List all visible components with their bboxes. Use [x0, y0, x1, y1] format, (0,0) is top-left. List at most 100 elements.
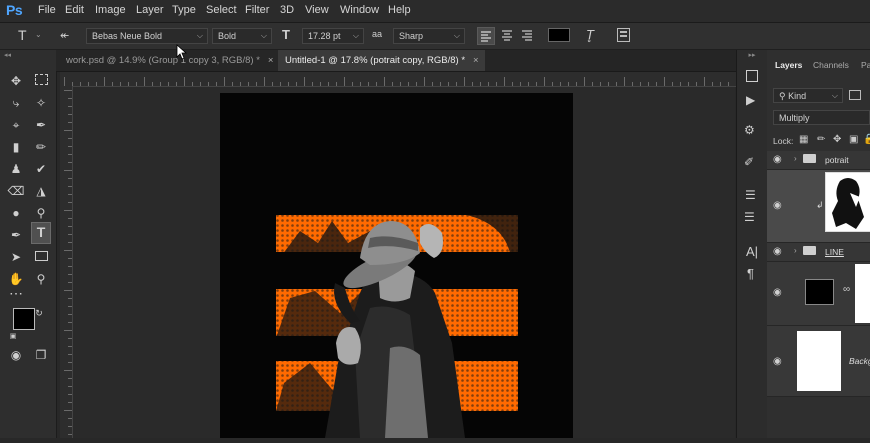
close-icon[interactable]: ×	[473, 55, 479, 66]
ruler-tick	[232, 82, 233, 86]
tab-channels[interactable]: Channels	[813, 60, 849, 70]
layer-filter-dropdown[interactable]: ⚲ Kind ⌵	[773, 88, 843, 103]
menu-type[interactable]: Type	[172, 4, 196, 16]
layer-row-background[interactable]: ◉ Backg	[767, 326, 870, 397]
menu-3d[interactable]: 3D	[280, 4, 294, 16]
menu-image[interactable]: Image	[95, 4, 126, 16]
history-brush-tool-icon[interactable]: ✔	[31, 160, 51, 178]
warp-text-icon[interactable]: T̥	[586, 27, 594, 42]
visibility-eye-icon[interactable]: ◉	[773, 154, 782, 165]
lock-artboard-icon[interactable]: ▣	[849, 134, 858, 145]
vertical-ruler[interactable]	[60, 86, 73, 438]
brush-tool-icon[interactable]: ✏	[31, 138, 51, 156]
align-right-button[interactable]	[519, 27, 537, 45]
document-canvas[interactable]	[220, 93, 573, 438]
visibility-eye-icon[interactable]: ◉	[773, 246, 782, 257]
horizontal-ruler[interactable]	[60, 72, 736, 87]
menu-window[interactable]: Window	[340, 4, 379, 16]
text-orientation-icon[interactable]: ↞	[60, 29, 69, 42]
ruler-tick	[68, 274, 72, 275]
layer-row-shape[interactable]: ◉ ∞	[767, 262, 870, 326]
brush-settings-icon[interactable]: ☰	[745, 188, 756, 202]
quick-select-tool-icon[interactable]: ✧	[31, 94, 51, 112]
crop-tool-icon[interactable]: ⌖	[6, 116, 26, 134]
font-style-dropdown[interactable]: Bold ⌵	[212, 28, 272, 44]
dodge-tool-icon[interactable]: ⚲	[31, 204, 51, 222]
lock-label: Lock:	[773, 136, 794, 146]
paragraph-icon[interactable]: ¶	[747, 266, 754, 281]
move-tool-icon[interactable]: ✥	[6, 72, 26, 90]
tab-layers[interactable]: Layers	[775, 60, 802, 70]
ruler-tick	[440, 82, 441, 86]
image-filter-icon[interactable]	[849, 90, 861, 100]
adjustments-icon[interactable]: ⚙	[744, 123, 755, 137]
chevron-right-icon[interactable]: ›	[794, 154, 797, 163]
character-icon[interactable]: A|	[746, 244, 758, 259]
type-tool-preset-icon[interactable]: T	[18, 27, 27, 43]
screen-mode-icon[interactable]: ❐	[31, 346, 51, 364]
ruler-tick	[64, 210, 72, 211]
visibility-eye-icon[interactable]: ◉	[773, 200, 782, 211]
blur-tool-icon[interactable]: ●	[6, 204, 26, 222]
tab-work-psd[interactable]: work.psd @ 14.9% (Group 1 copy 3, RGB/8)…	[56, 50, 284, 71]
font-family-dropdown[interactable]: Bebas Neue Bold ⌵	[86, 28, 208, 44]
chevron-down-icon: ⌵	[196, 31, 203, 40]
lock-position-icon[interactable]: ✥	[833, 134, 841, 145]
lock-transparent-icon[interactable]: ▦	[799, 134, 808, 145]
default-colors-icon[interactable]: ▣	[8, 328, 18, 346]
lock-pixels-icon[interactable]: ✏	[817, 134, 825, 145]
zoom-tool-icon[interactable]: ⚲	[31, 270, 51, 288]
menu-edit[interactable]: Edit	[65, 4, 84, 16]
type-tool-icon[interactable]: T	[31, 222, 51, 244]
antialias-dropdown[interactable]: Sharp ⌵	[393, 28, 465, 44]
layer-row-potrait[interactable]: ◉ › potrait	[767, 151, 870, 170]
layer-row-line[interactable]: ◉ › LINE	[767, 243, 870, 262]
play-actions-icon[interactable]: ▶	[746, 93, 755, 107]
font-size-dropdown[interactable]: 17.28 pt ⌵	[302, 28, 364, 44]
rectangle-tool-icon[interactable]	[31, 248, 51, 266]
lasso-tool-icon[interactable]: ⤷	[6, 94, 26, 112]
menu-select[interactable]: Select	[206, 4, 237, 16]
foreground-color-swatch[interactable]	[13, 308, 35, 330]
text-color-swatch[interactable]	[548, 28, 570, 42]
visibility-eye-icon[interactable]: ◉	[773, 356, 782, 367]
close-icon[interactable]: ×	[268, 55, 274, 66]
blend-mode-dropdown[interactable]: Multiply	[773, 110, 870, 125]
marquee-tool-icon[interactable]	[31, 72, 51, 90]
collapse-icon[interactable]: ▸▸	[737, 50, 767, 62]
font-family-value: Bebas Neue Bold	[92, 31, 163, 41]
menu-file[interactable]: File	[38, 4, 56, 16]
quick-mask-icon[interactable]: ◉	[6, 346, 26, 364]
eyedropper-tool-icon[interactable]: ✒	[31, 116, 51, 134]
tab-paths[interactable]: Pa	[861, 60, 870, 70]
more-tools-icon[interactable]: ⋯	[6, 284, 26, 302]
toolbar-collapse-icon[interactable]: ◂◂	[0, 50, 60, 62]
clone-stamp-tool-icon[interactable]: ♟	[6, 160, 26, 178]
lock-all-icon[interactable]: 🔒	[863, 134, 870, 145]
layer-row-potrait-copy[interactable]: ◉ ↲	[767, 170, 870, 243]
chevron-right-icon[interactable]: ›	[794, 246, 797, 255]
link-icon[interactable]: ∞	[843, 284, 850, 295]
ruler-tick	[64, 370, 72, 371]
libraries-icon[interactable]: ✐	[744, 155, 754, 169]
eraser-tool-icon[interactable]: ⌫	[6, 182, 26, 200]
menu-filter[interactable]: Filter	[245, 4, 269, 16]
ruler-tick	[624, 77, 625, 86]
healing-brush-tool-icon[interactable]: ▮	[6, 138, 26, 156]
properties-icon[interactable]: ☰	[744, 210, 755, 224]
align-left-button[interactable]	[477, 27, 495, 45]
pen-tool-icon[interactable]: ✒	[6, 226, 26, 244]
menu-help[interactable]: Help	[388, 4, 411, 16]
menu-view[interactable]: View	[305, 4, 329, 16]
path-selection-tool-icon[interactable]: ➤	[6, 248, 26, 266]
swap-colors-icon[interactable]: ↻	[33, 304, 45, 322]
chevron-down-icon[interactable]: ⌄	[35, 30, 42, 39]
align-center-button[interactable]	[499, 27, 517, 45]
tab-untitled-1[interactable]: Untitled-1 @ 17.8% (potrait copy, RGB/8)…	[278, 50, 485, 71]
history-icon[interactable]	[746, 70, 758, 82]
character-panel-icon[interactable]	[617, 28, 630, 42]
paint-bucket-tool-icon[interactable]: ◮	[31, 182, 51, 200]
menu-layer[interactable]: Layer	[136, 4, 164, 16]
ruler-tick	[288, 82, 289, 86]
visibility-eye-icon[interactable]: ◉	[773, 287, 782, 298]
